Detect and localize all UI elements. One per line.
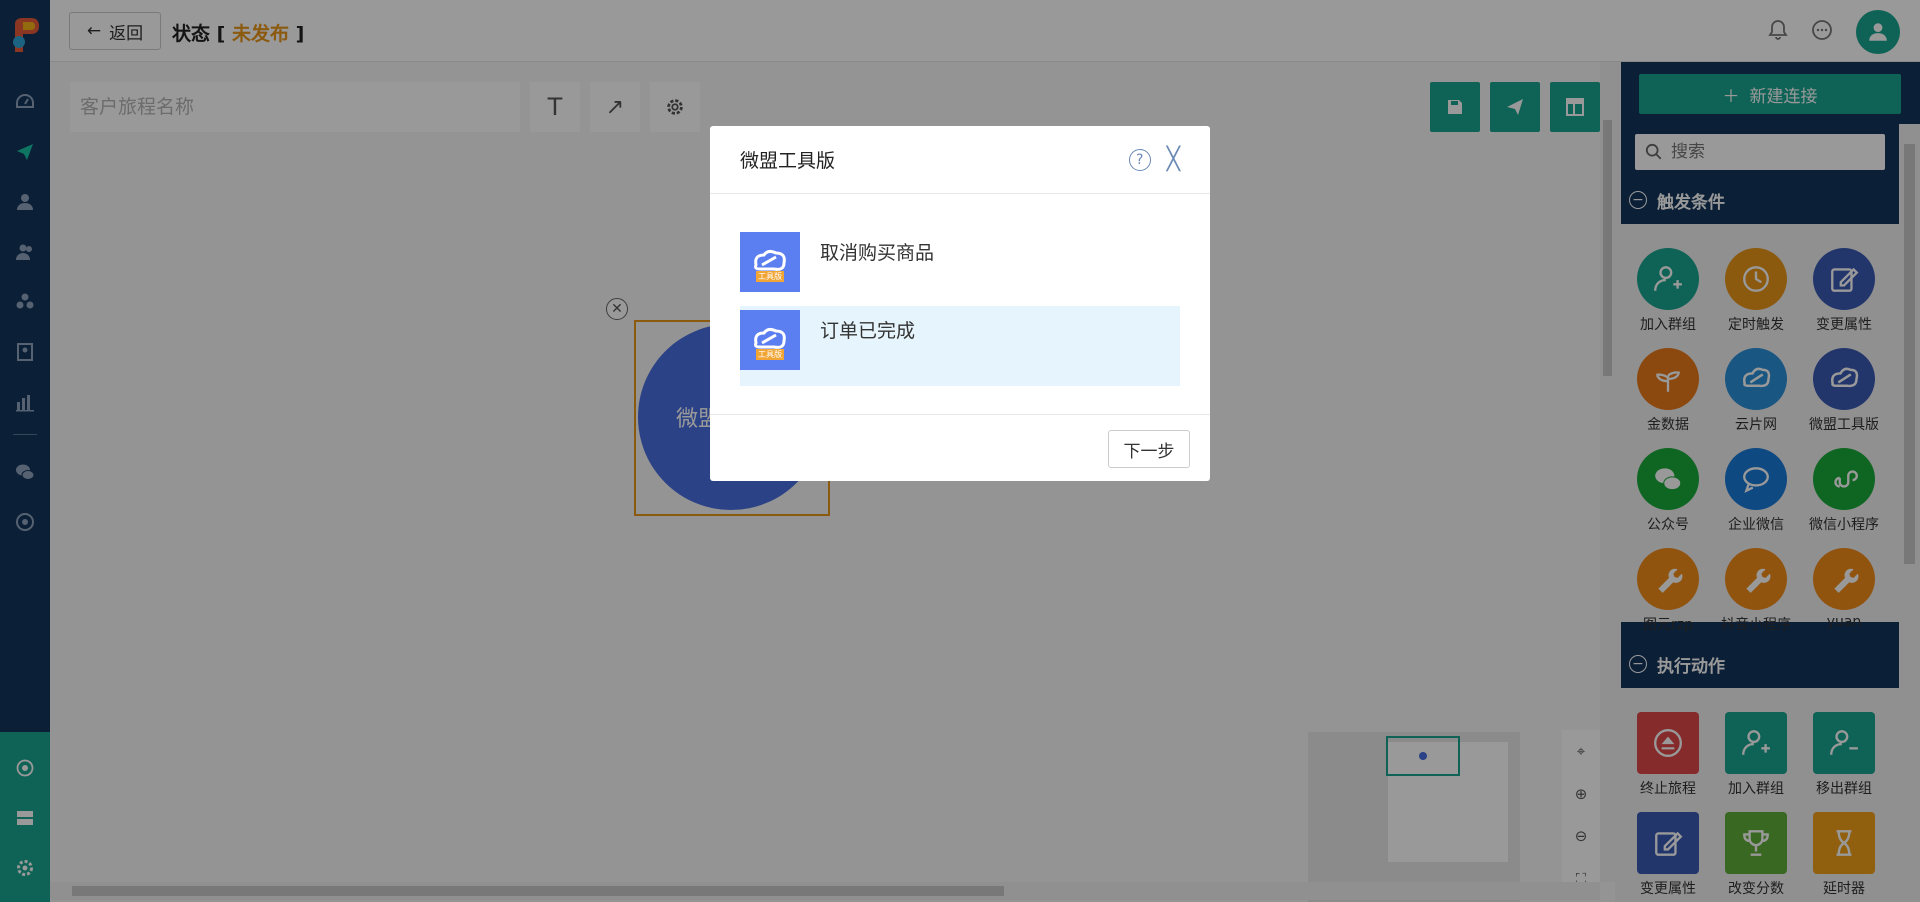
- dialog-option-cancel-purchase[interactable]: 工具版 取消购买商品: [740, 228, 1180, 308]
- dialog-option-order-completed[interactable]: 工具版 订单已完成: [740, 306, 1180, 386]
- option-label: 订单已完成: [820, 320, 916, 342]
- help-icon[interactable]: ?: [1128, 148, 1151, 171]
- option-badge: 工具版: [756, 349, 784, 360]
- option-badge: 工具版: [756, 271, 784, 282]
- weimob-icon: 工具版: [740, 232, 800, 292]
- close-icon[interactable]: ╳: [1167, 147, 1180, 172]
- weimob-icon: 工具版: [740, 310, 800, 370]
- dialog-title: 微盟工具版: [740, 150, 836, 172]
- option-label: 取消购买商品: [820, 242, 935, 264]
- trigger-dialog: 微盟工具版 ? ╳ 工具版 取消购买商品 工具版 订单已完成 下一步: [710, 126, 1210, 481]
- next-step-button[interactable]: 下一步: [1108, 430, 1190, 468]
- next-step-label: 下一步: [1123, 441, 1175, 462]
